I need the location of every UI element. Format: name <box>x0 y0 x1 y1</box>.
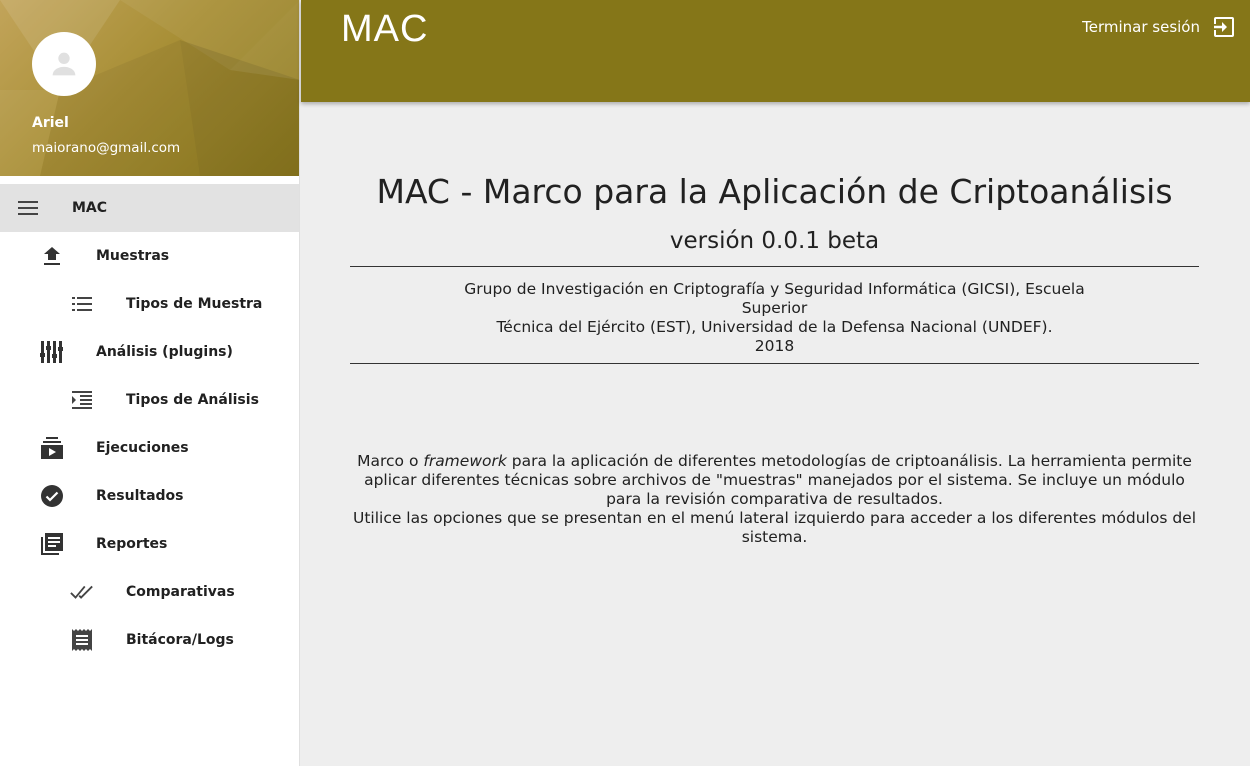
equalizer-icon <box>40 340 64 364</box>
logout-button[interactable]: Terminar sesión <box>1082 14 1234 40</box>
sidebar-item-label: Reportes <box>96 536 168 552</box>
organization-line-1: Grupo de Investigación en Criptografía y… <box>464 280 1085 317</box>
sidebar-item-analisis-plugins[interactable]: Análisis (plugins) <box>0 328 299 376</box>
sidebar-item-ejecuciones[interactable]: Ejecuciones <box>0 424 299 472</box>
sidebar-item-tipos-de-analisis[interactable]: Tipos de Análisis <box>0 376 299 424</box>
top-app-bar: MAC Terminar sesión <box>301 0 1250 102</box>
list-icon <box>70 292 94 316</box>
sidebar-item-reportes[interactable]: Reportes <box>0 520 299 568</box>
sidebar-menu: MAC Muestras Tipos de Muestra Análisis (… <box>0 184 299 664</box>
description-emphasis: framework <box>423 452 507 470</box>
upload-icon <box>40 244 64 268</box>
sidebar-item-label: Bitácora/Logs <box>126 632 234 648</box>
sidebar-item-label: Ejecuciones <box>96 440 189 456</box>
description-instructions: Utilice las opciones que se presentan en… <box>352 509 1197 546</box>
sidebar-item-label: Tipos de Análisis <box>126 392 259 408</box>
sidebar: Ariel maiorano@gmail.com MAC Muestras Ti… <box>0 0 300 766</box>
sidebar-item-label: Muestras <box>96 248 170 264</box>
sidebar-item-resultados[interactable]: Resultados <box>0 472 299 520</box>
sidebar-item-muestras[interactable]: Muestras <box>0 232 299 280</box>
sidebar-item-bitacora-logs[interactable]: Bitácora/Logs <box>0 616 299 664</box>
sidebar-item-label: Análisis (plugins) <box>96 344 233 360</box>
library-books-icon <box>40 532 64 556</box>
sidebar-item-label: Tipos de Muestra <box>126 296 263 312</box>
receipt-icon <box>70 628 94 652</box>
profile-header: Ariel maiorano@gmail.com <box>0 0 299 176</box>
logout-label: Terminar sesión <box>1082 18 1200 36</box>
check-circle-icon <box>40 484 64 508</box>
app-title: MAC <box>341 8 429 50</box>
user-email: maiorano@gmail.com <box>32 140 181 156</box>
exit-to-app-icon <box>1214 17 1234 37</box>
organization-line-2: Técnica del Ejército (EST), Universidad … <box>496 318 1053 336</box>
avatar[interactable] <box>32 32 96 96</box>
sidebar-item-label: Comparativas <box>126 584 235 600</box>
organization-text: Grupo de Investigación en Criptografía y… <box>430 280 1119 337</box>
description-text: Marco o framework para la aplicación de … <box>350 452 1199 547</box>
sidebar-item-comparativas[interactable]: Comparativas <box>0 568 299 616</box>
version-text: versión 0.0.1 beta <box>669 228 880 254</box>
person-icon <box>52 52 76 76</box>
year-text: 2018 <box>754 337 795 355</box>
done-all-icon <box>70 580 94 604</box>
format-indent-icon <box>70 388 94 412</box>
sidebar-item-tipos-de-muestra[interactable]: Tipos de Muestra <box>0 280 299 328</box>
queue-play-icon <box>40 436 64 460</box>
sidebar-item-label: MAC <box>72 200 108 216</box>
sidebar-item-label: Resultados <box>96 488 184 504</box>
sidebar-item-mac[interactable]: MAC <box>0 184 299 232</box>
user-name: Ariel <box>32 115 69 131</box>
page-title: MAC - Marco para la Aplicación de Cripto… <box>376 172 1173 211</box>
menu-icon <box>16 196 40 220</box>
description-prefix: Marco o <box>357 452 424 470</box>
divider <box>350 363 1199 364</box>
divider <box>350 266 1199 267</box>
